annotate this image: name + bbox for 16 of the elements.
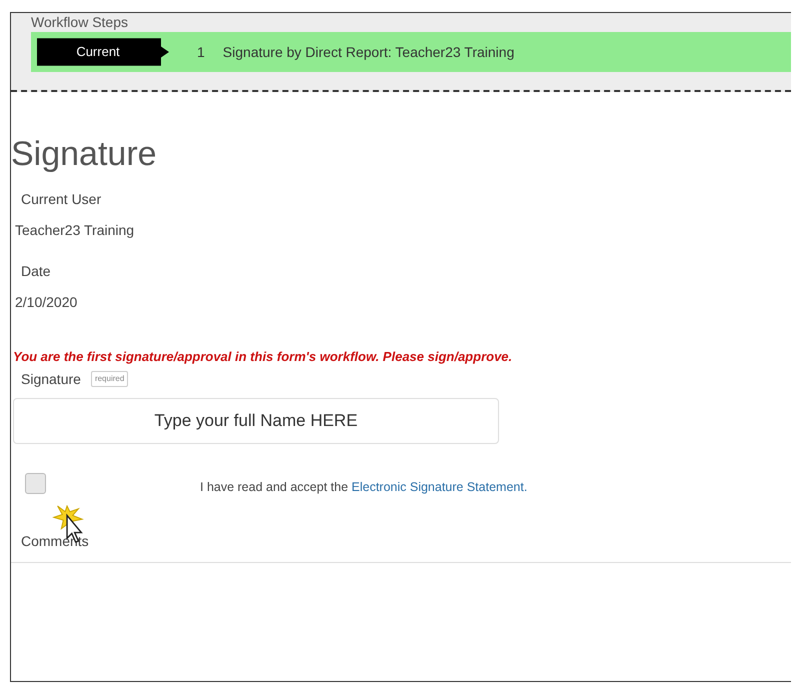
field-label: Date <box>20 262 52 282</box>
signature-field[interactable]: Type your full Name HERE <box>13 398 499 444</box>
statement-link[interactable]: Electronic Signature Statement. <box>352 480 528 494</box>
required-tag: required <box>90 371 128 388</box>
checkbox[interactable] <box>25 472 46 494</box>
step-name: Signature by Direct Report: Teacher23 Training <box>222 42 514 62</box>
field-value: 2/10/2020 <box>14 293 78 312</box>
field-value: Teacher23 Training <box>14 221 136 240</box>
step-number: 1 <box>197 42 205 62</box>
status-tag: Current <box>37 38 169 66</box>
section-title: Signature <box>11 136 158 174</box>
warning-message: You are the first signature/approval in this form's workflow. Please sign/approve. <box>12 348 514 366</box>
field-label: Current User <box>20 190 102 210</box>
section-heading: Workflow Steps <box>31 13 129 30</box>
agreement-text: I have read and accept the Electronic Signature Statement. <box>200 478 528 496</box>
field-label: Signature <box>21 370 81 389</box>
